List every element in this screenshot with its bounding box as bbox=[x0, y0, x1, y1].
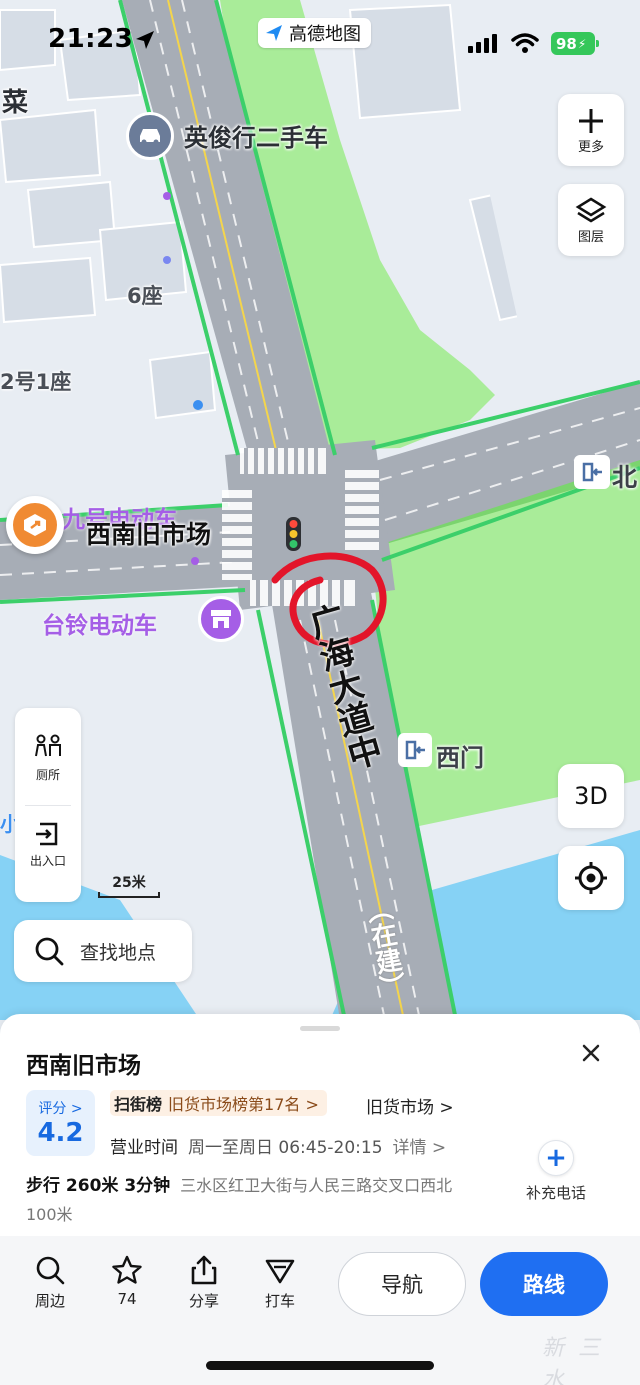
nearby-button[interactable]: 周边 bbox=[22, 1254, 78, 1311]
walk-info: 步行 260米 3分钟 三水区红卫大街与人民三路交叉口西北 bbox=[26, 1171, 452, 1196]
status-time: 21:23 bbox=[48, 24, 134, 54]
taxi-label: 打车 bbox=[264, 1292, 295, 1310]
battery-level: 98 bbox=[556, 34, 577, 53]
market-icon bbox=[24, 514, 46, 536]
hours-time: 周一至周日 06:45-20:15 bbox=[188, 1138, 383, 1158]
add-plus-icon: + bbox=[538, 1140, 574, 1176]
navigate-label: 导航 bbox=[381, 1273, 423, 1297]
status-bar: 21:23 高德地图 98 ⚡ bbox=[0, 0, 640, 80]
entrance-label: 出入口 bbox=[29, 854, 66, 868]
route-button[interactable]: 路线 bbox=[480, 1252, 608, 1316]
taxi-button[interactable]: 打车 bbox=[252, 1254, 308, 1311]
toilet-button[interactable]: 厕所 bbox=[15, 734, 81, 783]
walk-distance: 步行 260米 3分钟 bbox=[26, 1176, 171, 1196]
poi-title: 西南旧市场 bbox=[26, 1053, 141, 1079]
layers-icon bbox=[575, 197, 607, 222]
address-extra: 100米 bbox=[26, 1205, 73, 1224]
hours-label: 营业时间 bbox=[110, 1138, 178, 1158]
wifi-icon bbox=[511, 33, 539, 53]
share-label: 分享 bbox=[188, 1292, 219, 1310]
panel-divider bbox=[25, 805, 71, 806]
taxi-icon bbox=[265, 1259, 295, 1284]
navigate-button[interactable]: 导航 bbox=[338, 1252, 466, 1316]
layers-button[interactable]: 图层 bbox=[558, 184, 624, 256]
toilet-icon bbox=[35, 734, 61, 757]
store-poi-icon[interactable] bbox=[198, 596, 244, 642]
scale-label: 25米 bbox=[112, 875, 146, 891]
route-label: 路线 bbox=[523, 1273, 565, 1297]
map-label-north: 北 bbox=[612, 463, 638, 492]
rating-label: 评分 > bbox=[38, 1101, 83, 1117]
search-box[interactable]: 查找地点 bbox=[14, 920, 192, 982]
add-phone-button[interactable]: + 补充电话 bbox=[518, 1140, 594, 1203]
share-icon bbox=[191, 1255, 217, 1285]
plus-icon bbox=[579, 108, 603, 133]
hours-detail-link[interactable]: 详情 > bbox=[393, 1138, 447, 1158]
favorite-button[interactable]: 74 bbox=[99, 1254, 155, 1308]
car-dealer-poi-icon[interactable] bbox=[126, 112, 174, 160]
scale-bar bbox=[98, 892, 160, 898]
facility-panel: 厕所 出入口 bbox=[15, 708, 81, 902]
map-scale: 25米 bbox=[98, 872, 160, 902]
gate-north-icon bbox=[574, 455, 610, 489]
rating-box[interactable]: 评分 > 4.2 bbox=[26, 1090, 95, 1156]
more-label: 更多 bbox=[577, 139, 604, 155]
rating-value: 4.2 bbox=[37, 1118, 84, 1148]
star-icon bbox=[112, 1255, 142, 1284]
map-label-cai: 菜 bbox=[2, 88, 29, 118]
favorite-count: 74 bbox=[117, 1290, 137, 1308]
more-button[interactable]: 更多 bbox=[558, 94, 624, 166]
home-indicator[interactable] bbox=[206, 1361, 434, 1370]
map-label-car-shop[interactable]: 英俊行二手车 bbox=[184, 118, 328, 153]
market-poi-marker[interactable] bbox=[6, 496, 64, 554]
map-label-seat6: 6座 bbox=[127, 284, 163, 308]
layers-label: 图层 bbox=[577, 229, 604, 245]
search-icon bbox=[36, 1256, 65, 1285]
signal-icon bbox=[468, 34, 497, 53]
poi-address: 三水区红卫大街与人民三路交叉口西北 bbox=[180, 1176, 453, 1195]
ranking-badge[interactable]: 扫街榜 旧货市场榜第17名 > bbox=[110, 1090, 327, 1116]
map-label-tailing[interactable]: 台铃电动车 bbox=[42, 606, 157, 640]
gate-west-icon bbox=[398, 733, 432, 767]
locate-crosshair-icon bbox=[575, 862, 607, 894]
app-badge[interactable]: 高德地图 bbox=[258, 18, 371, 48]
ranking-key: 扫街榜 bbox=[114, 1095, 163, 1114]
entrance-button[interactable]: 出入口 bbox=[15, 820, 81, 869]
map-label-west-gate[interactable]: 西门 bbox=[436, 738, 484, 773]
watermark: 新三水 bbox=[542, 1336, 615, 1385]
ranking-value: 旧货市场榜第17名 > bbox=[168, 1095, 319, 1114]
add-phone-label: 补充电话 bbox=[525, 1184, 586, 1202]
location-arrow-icon bbox=[136, 31, 154, 49]
nearby-label: 周边 bbox=[34, 1292, 65, 1310]
search-icon bbox=[35, 937, 64, 966]
business-hours[interactable]: 营业时间 周一至周日 06:45-20:15 详情 > bbox=[110, 1133, 446, 1158]
amap-logo-icon bbox=[266, 25, 282, 41]
map-label-market[interactable]: 西南旧市场 bbox=[86, 515, 211, 551]
3d-button[interactable]: 3D bbox=[558, 764, 624, 828]
category-link[interactable]: 旧货市场 > bbox=[366, 1093, 454, 1118]
map-label-seat-no: 2号1座 bbox=[0, 370, 72, 394]
search-placeholder: 查找地点 bbox=[80, 941, 157, 964]
close-icon[interactable] bbox=[578, 1040, 604, 1066]
locate-button[interactable] bbox=[558, 846, 624, 910]
app-badge-label: 高德地图 bbox=[289, 24, 361, 45]
entrance-icon bbox=[36, 822, 58, 846]
traffic-light-icon bbox=[286, 517, 301, 551]
sheet-drag-handle[interactable] bbox=[300, 1026, 340, 1031]
share-button[interactable]: 分享 bbox=[176, 1254, 232, 1311]
3d-label: 3D bbox=[574, 782, 608, 810]
toilet-label: 厕所 bbox=[35, 768, 60, 782]
battery-indicator: 98 ⚡ bbox=[551, 32, 599, 55]
